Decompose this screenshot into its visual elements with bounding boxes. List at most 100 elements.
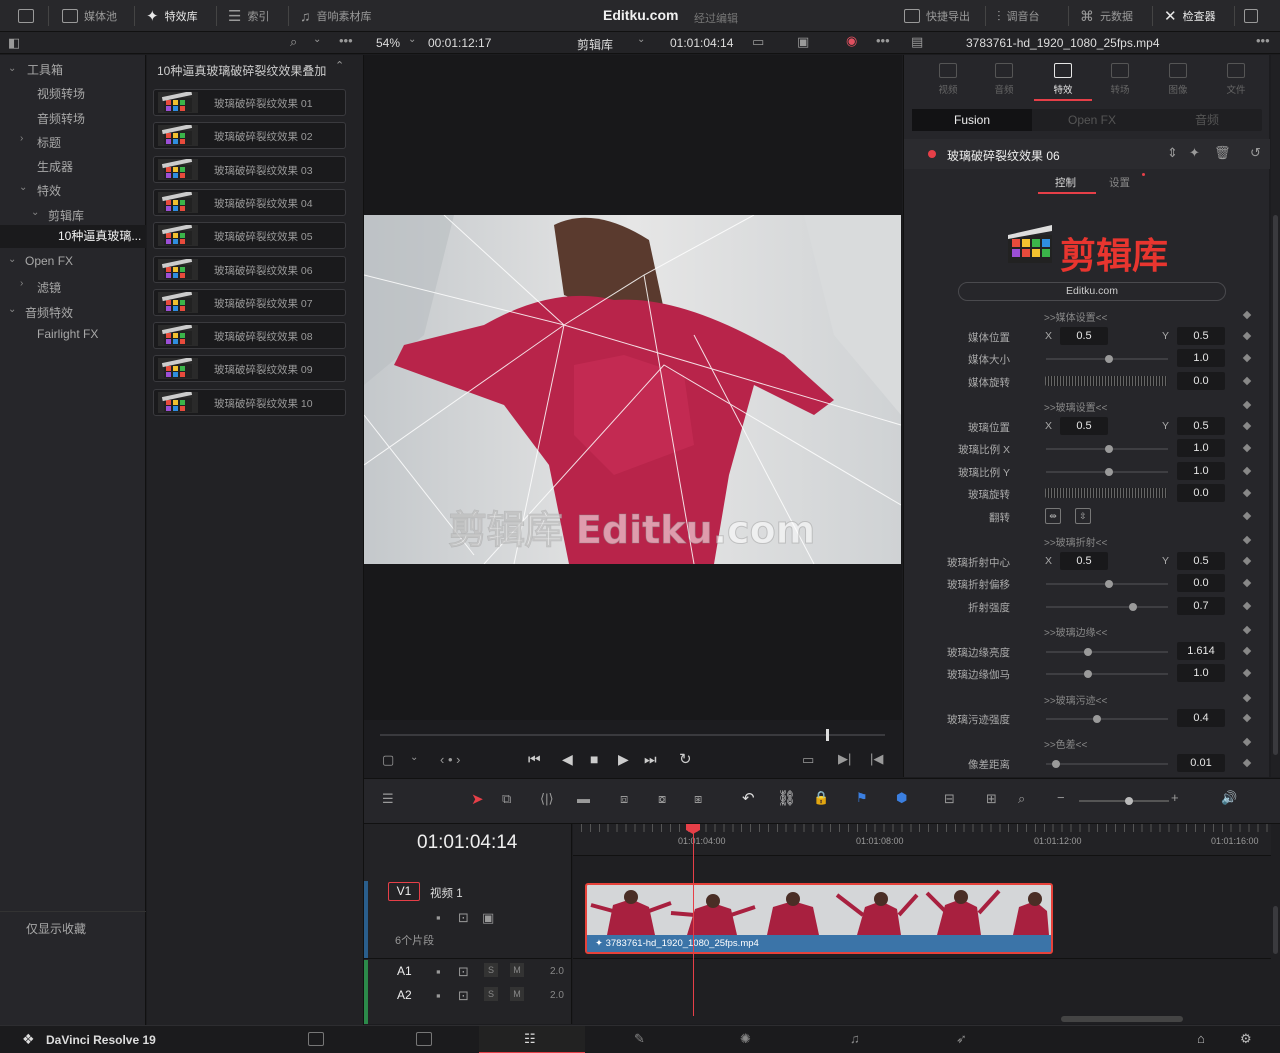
param-dial[interactable] (1045, 376, 1167, 386)
overwrite-clip-icon[interactable]: ⧇ (658, 791, 666, 807)
fusion-page-icon[interactable]: ✎ (634, 1031, 645, 1047)
dynamic-trim-icon[interactable]: ⟨|⟩ (540, 791, 554, 807)
slider-knob[interactable] (1084, 648, 1092, 656)
keyframe-icon[interactable] (1242, 466, 1252, 476)
quick-export-button[interactable]: 快捷导出 (904, 0, 970, 32)
keyframe-icon[interactable] (1242, 693, 1252, 703)
subtab-openfx[interactable]: Open FX (1032, 109, 1152, 131)
chevron-down-icon[interactable]: ⌄ (8, 254, 16, 265)
panel-toggle-icon[interactable]: ◧ (8, 35, 20, 51)
cut-page-icon[interactable] (416, 1032, 432, 1046)
slider-knob[interactable] (1105, 580, 1113, 588)
param-value-field[interactable]: 0.0 (1177, 484, 1225, 502)
index-button[interactable]: ☰ 索引 (228, 0, 269, 32)
tab-settings[interactable]: 设置 (1109, 175, 1130, 190)
chevron-down-icon[interactable]: ⌄ (637, 34, 645, 45)
trim-tool-icon[interactable]: ⧉ (502, 791, 511, 807)
keyframe-icon[interactable] (1242, 331, 1252, 341)
fairlight-page-icon[interactable]: ♫ (850, 1031, 860, 1046)
keyframe-icon[interactable] (1242, 511, 1252, 521)
flip-vertical-icon[interactable]: ⇳ (1075, 508, 1091, 524)
settings-icon[interactable]: ⚙ (1240, 1031, 1252, 1047)
tab-image[interactable]: 图像 (1151, 63, 1205, 96)
insert-clip-icon[interactable]: ⧈ (620, 791, 628, 807)
chevron-down-icon[interactable]: ⌄ (408, 34, 416, 45)
video-clip[interactable]: ✦ 3783761-hd_1920_1080_25fps.mp4 (585, 883, 1053, 954)
expand-button[interactable] (1244, 0, 1258, 32)
keyframe-icon[interactable] (1242, 443, 1252, 453)
home-icon[interactable]: ⌂ (1197, 1031, 1205, 1046)
mute-a1-button[interactable]: M (510, 963, 524, 977)
effect-item[interactable]: 玻璃破碎裂纹效果 09 (153, 355, 346, 383)
x-value-field[interactable]: 0.5 (1060, 417, 1108, 435)
effect-item[interactable]: 玻璃破碎裂纹效果 02 (153, 122, 346, 150)
jog-icon[interactable]: ‹ • › (440, 752, 460, 767)
slider-knob[interactable] (1105, 445, 1113, 453)
zoom-full-icon[interactable]: ⊟ (944, 791, 955, 807)
site-button[interactable]: Editku.com (958, 282, 1226, 301)
snapping-icon[interactable]: ↶ (742, 789, 755, 807)
chevron-down-icon[interactable]: ⌄ (313, 34, 321, 45)
keyframe-icon[interactable] (1242, 625, 1252, 635)
tab-file[interactable]: 文件 (1209, 63, 1263, 96)
trash-icon[interactable]: 🗑 (1214, 145, 1231, 161)
effect-item[interactable]: 玻璃破碎裂纹效果 10 (153, 388, 346, 416)
effect-enable-toggle[interactable] (928, 150, 936, 158)
more-icon[interactable]: ••• (1256, 33, 1270, 48)
keyframe-icon[interactable] (1242, 601, 1252, 611)
param-value-field[interactable]: 0.01 (1177, 754, 1225, 772)
volume-icon[interactable]: 🔊 (1221, 790, 1237, 806)
track-a1-label[interactable]: A1 (397, 964, 412, 978)
stop-icon[interactable]: ■ (590, 751, 598, 767)
zoom-detail-icon[interactable]: ⊞ (986, 791, 997, 807)
param-slider[interactable] (1046, 670, 1168, 678)
chevron-down-icon[interactable]: ⌄ (19, 182, 27, 193)
solo-a1-button[interactable]: S (484, 963, 498, 977)
flip-horizontal-icon[interactable]: ⇹ (1045, 508, 1061, 524)
mute-a2-button[interactable]: M (510, 987, 524, 1001)
chevron-down-icon[interactable]: ⌄ (31, 207, 39, 218)
timeline-hscroll[interactable] (1061, 1016, 1183, 1022)
more-icon[interactable]: ••• (876, 33, 890, 48)
keyframe-icon[interactable] (1242, 578, 1252, 588)
x-value-field[interactable]: 0.5 (1060, 327, 1108, 345)
keyframe-icon[interactable] (1242, 758, 1252, 768)
bin-selector[interactable]: 剪辑库 (577, 36, 613, 53)
param-dial[interactable] (1045, 488, 1167, 498)
track-toggle-icon[interactable]: ▣ (482, 910, 494, 926)
param-value-field[interactable]: 0.0 (1177, 372, 1225, 390)
lock-icon[interactable]: 🔒 (813, 790, 829, 806)
prev-edit-icon[interactable]: |◀ (870, 751, 883, 767)
flag-icon[interactable]: ⚑ (856, 790, 868, 806)
keyframe-icon[interactable] (1242, 737, 1252, 747)
video-frame[interactable]: 剪辑库 Editku.com (364, 215, 901, 564)
keyframe-icon[interactable] (1242, 646, 1252, 656)
chevron-down-icon[interactable]: ⌄ (8, 63, 16, 74)
auto-select-icon[interactable]: ⊡ (458, 964, 469, 980)
slider-knob[interactable] (1052, 760, 1060, 768)
param-value-field[interactable]: 1.0 (1177, 664, 1225, 682)
tab-transition[interactable]: 转场 (1093, 63, 1147, 96)
param-slider[interactable] (1046, 603, 1168, 611)
y-value-field[interactable]: 0.5 (1177, 327, 1225, 345)
param-slider[interactable] (1046, 445, 1168, 453)
play-icon[interactable]: ▶ (618, 751, 629, 768)
slider-knob[interactable] (1129, 603, 1137, 611)
keyframe-icon[interactable] (1242, 713, 1252, 723)
keyframe-icon[interactable] (1242, 488, 1252, 498)
param-value-field[interactable]: 1.614 (1177, 642, 1225, 660)
viewer-mode-icon[interactable]: ▭ (752, 34, 764, 50)
inspector-scrollbar[interactable] (1273, 215, 1278, 755)
link-icon[interactable]: ⛓ (777, 789, 796, 807)
media-page-icon[interactable] (308, 1032, 324, 1046)
solo-a2-button[interactable]: S (484, 987, 498, 1001)
param-slider[interactable] (1046, 580, 1168, 588)
timeline-tracks[interactable]: 01:01:04:00 01:01:08:00 01:01:12:00 01:0… (573, 824, 1280, 1024)
effects-library-button[interactable]: ✦ 特效库 (146, 0, 198, 32)
tree-generators[interactable]: 生成器 (37, 158, 73, 175)
auto-select-icon[interactable]: ⊡ (458, 910, 469, 926)
lock-icon[interactable]: ▪ (436, 988, 441, 1003)
tree-editku[interactable]: 剪辑库 (48, 207, 84, 224)
param-slider[interactable] (1046, 715, 1168, 723)
tab-video[interactable]: 视频 (921, 63, 975, 96)
